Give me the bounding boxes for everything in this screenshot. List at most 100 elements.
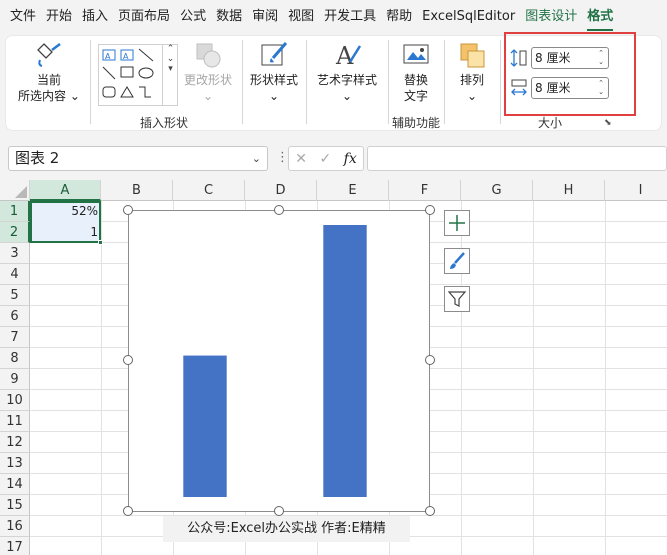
- select-all-icon: [15, 186, 27, 198]
- alt-text-label-1: 替换: [403, 73, 428, 87]
- column-header-e[interactable]: E: [317, 180, 389, 201]
- row-header-1[interactable]: 1: [0, 201, 30, 222]
- cell-a1[interactable]: 52%: [31, 201, 101, 221]
- tab-file[interactable]: 文件: [10, 0, 36, 34]
- tab-formulas[interactable]: 公式: [180, 0, 206, 34]
- chart-filters-button[interactable]: [444, 286, 470, 312]
- row-header-17[interactable]: 17: [0, 537, 30, 555]
- row-header-14[interactable]: 14: [0, 474, 30, 495]
- chart-elements-button[interactable]: [444, 210, 470, 236]
- resize-handle-bottom-left[interactable]: [123, 506, 133, 516]
- shape-styles-button[interactable]: 形状样式 ⌄: [246, 40, 302, 104]
- row-header-4[interactable]: 4: [0, 264, 30, 285]
- column-header-c[interactable]: C: [173, 180, 245, 201]
- row-header-12[interactable]: 12: [0, 432, 30, 453]
- enter-icon[interactable]: ✓: [319, 151, 331, 167]
- shape-styles-label: 形状样式: [249, 73, 298, 87]
- svg-text:A: A: [105, 52, 111, 61]
- resize-handle-right[interactable]: [425, 355, 435, 365]
- ribbon-divider: [444, 40, 445, 124]
- arrange-label: 排列: [459, 73, 484, 87]
- grid-line: [101, 201, 102, 555]
- tab-view[interactable]: 视图: [288, 0, 314, 34]
- tab-home[interactable]: 开始: [46, 0, 72, 34]
- shapes-scroll[interactable]: ⌃ ⌄ ▾: [162, 44, 178, 106]
- ribbon-divider: [242, 40, 243, 124]
- insert-shapes-group-label: 插入形状: [140, 116, 189, 130]
- row-header-2[interactable]: 2: [0, 222, 30, 243]
- row-header-15[interactable]: 15: [0, 495, 30, 516]
- name-box[interactable]: 图表 2 ⌄: [8, 146, 268, 171]
- chevron-down-icon: ⌄: [202, 89, 214, 103]
- row-header-10[interactable]: 10: [0, 390, 30, 411]
- tab-review[interactable]: 审阅: [252, 0, 278, 34]
- tab-developer[interactable]: 开发工具: [324, 0, 376, 34]
- chevron-down-icon[interactable]: ⌄: [252, 147, 261, 170]
- svg-text:A: A: [123, 52, 129, 61]
- worksheet-grid: A B C D E F G H I 1 2 3 4 5 6 7 8 9 10 1…: [0, 180, 667, 555]
- row-header-9[interactable]: 9: [0, 369, 30, 390]
- size-highlight-box: [504, 32, 636, 116]
- row-header-13[interactable]: 13: [0, 453, 30, 474]
- row-header-5[interactable]: 5: [0, 285, 30, 306]
- column-header-b[interactable]: B: [101, 180, 173, 201]
- accessibility-group-label: 辅助功能: [392, 116, 441, 130]
- row-header-8[interactable]: 8: [0, 348, 30, 369]
- ribbon-divider: [306, 40, 307, 124]
- column-header-i[interactable]: I: [605, 180, 667, 201]
- bar-2[interactable]: [323, 225, 367, 497]
- column-header-a[interactable]: A: [30, 180, 101, 201]
- resize-handle-top-left[interactable]: [123, 205, 133, 215]
- tab-format[interactable]: 格式: [587, 0, 614, 34]
- tab-chart-design[interactable]: 图表设计: [525, 0, 577, 34]
- cell-a2[interactable]: 1: [31, 222, 101, 242]
- tab-excelsqleditor[interactable]: ExcelSqlEditor: [422, 0, 515, 34]
- formula-input[interactable]: [367, 146, 667, 171]
- filter-icon: [448, 291, 466, 307]
- resize-handle-bottom[interactable]: [274, 506, 284, 516]
- resize-handle-top[interactable]: [274, 205, 284, 215]
- resize-handle-top-right[interactable]: [425, 205, 435, 215]
- tab-page-layout[interactable]: 页面布局: [118, 0, 170, 34]
- chevron-down-icon: ⌄: [341, 89, 353, 103]
- menu-bar: 文件 开始 插入 页面布局 公式 数据 审阅 视图 开发工具 帮助 ExcelS…: [0, 0, 667, 34]
- ribbon-divider: [90, 40, 91, 124]
- name-box-value: 图表 2: [15, 149, 60, 167]
- plus-icon: [449, 215, 465, 231]
- column-header-g[interactable]: G: [461, 180, 533, 201]
- alt-text-button[interactable]: 替换 文字: [394, 40, 438, 104]
- wordart-styles-button[interactable]: A 艺术字样式 ⌄: [312, 40, 382, 104]
- chart-styles-button[interactable]: [444, 248, 470, 274]
- resize-handle-bottom-right[interactable]: [425, 506, 435, 516]
- tab-help[interactable]: 帮助: [386, 0, 412, 34]
- change-shape-label: 更改形状: [183, 73, 232, 87]
- row-header-3[interactable]: 3: [0, 243, 30, 264]
- watermark-caption: 公众号:Excel办公实战 作者:E精精: [163, 516, 410, 542]
- current-selection-button[interactable]: 当前 所选内容 ⌄: [14, 40, 84, 104]
- size-dialog-launcher-icon[interactable]: ⬊: [604, 118, 612, 128]
- bar-1[interactable]: [183, 355, 227, 497]
- column-header-d[interactable]: D: [245, 180, 317, 201]
- tab-insert[interactable]: 插入: [82, 0, 108, 34]
- chart-area[interactable]: [128, 210, 430, 512]
- resize-handle-left[interactable]: [123, 355, 133, 365]
- column-header-h[interactable]: H: [533, 180, 605, 201]
- row-header-16[interactable]: 16: [0, 516, 30, 537]
- insert-function-icon[interactable]: fx: [344, 151, 357, 167]
- alt-text-label-2: 文字: [403, 89, 428, 103]
- change-shape-button[interactable]: 更改形状 ⌄: [180, 40, 236, 104]
- grid-line: [605, 201, 606, 555]
- row-header-6[interactable]: 6: [0, 306, 30, 327]
- column-header-f[interactable]: F: [389, 180, 461, 201]
- row-header-7[interactable]: 7: [0, 327, 30, 348]
- paintbrush-icon: [450, 252, 465, 269]
- format-selection-icon: [37, 43, 61, 67]
- select-all-corner[interactable]: [0, 180, 30, 201]
- shape-styles-icon: [261, 42, 288, 66]
- size-group-label: 大小: [538, 116, 563, 130]
- wordart-styles-label: 艺术字样式: [316, 73, 377, 87]
- cancel-icon[interactable]: ✕: [295, 151, 307, 167]
- tab-data[interactable]: 数据: [216, 0, 242, 34]
- row-header-11[interactable]: 11: [0, 411, 30, 432]
- arrange-button[interactable]: 排列 ⌄: [450, 40, 494, 104]
